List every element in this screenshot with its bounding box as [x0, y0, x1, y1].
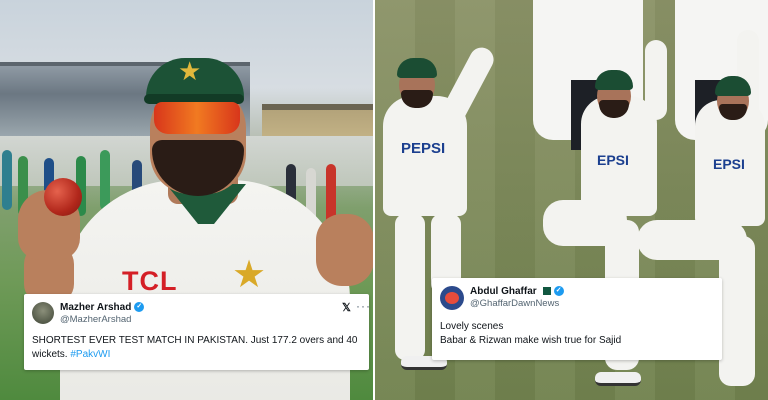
shirt-sponsor-logo: EPSI: [713, 156, 745, 172]
tweet-author-handle[interactable]: @GhaffarDawnNews: [470, 298, 559, 309]
background-person: [100, 150, 110, 210]
tweet-author-name[interactable]: Abdul Ghaffar ✓: [470, 286, 564, 297]
collage: ★ TCL ★ PEPSI EPSI EPSI Mazher Arshad ✓ …: [0, 0, 768, 400]
tweet-text: SHORTEST EVER TEST MATCH IN PAKISTAN. Ju…: [32, 334, 362, 362]
player-3-leg: [719, 236, 755, 386]
thumbs-up-hand: [316, 214, 373, 286]
star-icon: ★: [178, 56, 202, 86]
tweet-author-handle[interactable]: @MazherArshad: [60, 314, 131, 325]
cricket-ball: [44, 178, 82, 216]
verified-badge-icon: ✓: [553, 286, 564, 297]
hashtag-link[interactable]: #PakvWI: [70, 349, 110, 360]
tweet-card-mazher-arshad[interactable]: Mazher Arshad ✓ @MazherArshad 𝕏 ··· SHORT…: [24, 294, 371, 370]
player-2-cap: [595, 70, 633, 90]
avatar[interactable]: [32, 302, 54, 324]
author-name-text: Mazher Arshad: [60, 302, 132, 313]
tweet-line-1: Lovely scenes: [440, 321, 504, 332]
shirt-sponsor-logo: PEPSI: [401, 140, 446, 157]
x-logo-icon: 𝕏: [342, 302, 351, 314]
avatar[interactable]: [440, 286, 464, 310]
author-name-text: Abdul Ghaffar: [470, 286, 537, 297]
background-person: [2, 150, 12, 210]
star-icon: ★: [232, 254, 267, 296]
tweet-author-name[interactable]: Mazher Arshad ✓: [60, 302, 145, 313]
player-2-shoe: [595, 372, 641, 386]
tweet-text: Lovely scenes Babar & Rizwan make wish t…: [440, 320, 710, 348]
shirt-sponsor-logo: TCL: [122, 266, 178, 296]
avatar-graphic: [445, 292, 459, 304]
pakistan-flag-icon: [539, 287, 551, 296]
player-1-leg: [395, 214, 425, 360]
shirt-sponsor-logo: EPSI: [597, 152, 629, 168]
verified-badge-icon: ✓: [134, 302, 145, 313]
sunglasses: [154, 102, 240, 134]
more-dots-icon[interactable]: ···: [356, 299, 371, 313]
player-1-cap: [397, 58, 437, 78]
tweet-card-abdul-ghaffar[interactable]: Abdul Ghaffar ✓ @GhaffarDawnNews Lovely s…: [432, 278, 722, 360]
player-2-raised-arm: [645, 40, 667, 120]
tweet-line-2: Babar & Rizwan make wish true for Sajid: [440, 335, 622, 346]
